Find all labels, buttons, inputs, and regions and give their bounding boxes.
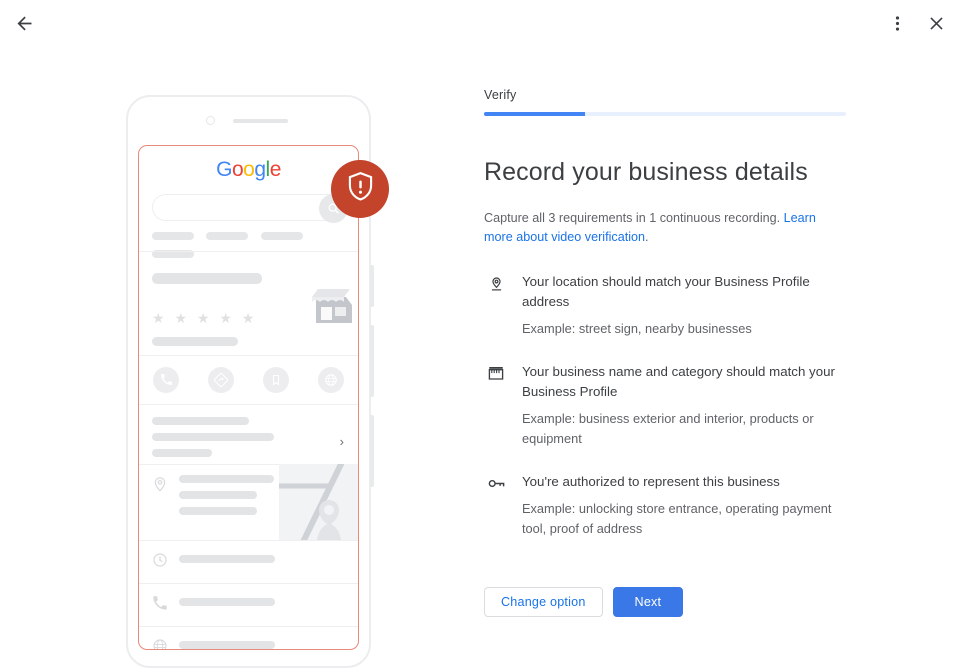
page-title: Record your business details [484, 158, 808, 186]
mock-text-line [152, 337, 238, 346]
mock-chip-row [152, 232, 358, 268]
key-icon [486, 473, 506, 493]
mock-action-row [139, 355, 358, 404]
mock-search-input [152, 194, 348, 223]
mock-text-line [179, 507, 257, 515]
requirement-title: Your business name and category should m… [522, 364, 835, 399]
mock-text-line [152, 433, 274, 441]
more-vert-icon [888, 14, 907, 33]
phone-speaker [233, 119, 288, 123]
next-button[interactable]: Next [612, 587, 684, 617]
divider [139, 626, 358, 627]
panel-description-text: Capture all 3 requirements in 1 continuo… [484, 211, 784, 225]
divider [139, 540, 358, 541]
requirement-example: Example: street sign, nearby businesses [522, 321, 752, 336]
share-globe-icon [317, 366, 344, 393]
call-icon [153, 366, 180, 393]
phone-side-button [370, 325, 374, 397]
arrow-back-icon [14, 13, 35, 34]
verification-shield-badge [331, 160, 389, 218]
requirements-list: Your location should match your Business… [484, 272, 864, 539]
shield-alert-icon [347, 171, 374, 206]
requirement-item: Your business name and category should m… [484, 362, 864, 449]
storefront-illustration [310, 283, 356, 328]
panel-description: Capture all 3 requirements in 1 continuo… [484, 209, 830, 247]
divider [139, 583, 358, 584]
close-icon [927, 14, 946, 33]
phone-side-button [370, 265, 374, 307]
verification-panel: Verify Record your business details Capt… [484, 88, 864, 562]
requirement-item: You're authorized to represent this busi… [484, 472, 864, 539]
tab-verify[interactable]: Verify [484, 88, 864, 102]
requirement-example: Example: business exterior and interior,… [522, 411, 814, 446]
more-options-button[interactable] [877, 3, 917, 43]
mock-rating-stars: ★ ★ ★ ★ ★ [152, 310, 258, 326]
phone-earpiece-area [128, 97, 369, 145]
requirement-title: Your location should match your Business… [522, 274, 810, 309]
mock-chip [206, 232, 249, 240]
directions-icon [208, 366, 235, 393]
location-pin-icon [152, 476, 168, 497]
panel-action-buttons: Change option Next [484, 587, 684, 617]
map-thumbnail [279, 464, 358, 540]
mock-text-line [179, 555, 275, 563]
chevron-right-icon: › [339, 434, 344, 449]
requirement-example: Example: unlocking store entrance, opera… [522, 501, 832, 536]
divider [139, 251, 358, 252]
phone-icon [152, 595, 168, 616]
progress-bar [484, 112, 846, 116]
progress-bar-fill [484, 112, 586, 116]
phone-illustration: Google ★ ★ ★ ★ ★ › [0, 48, 470, 668]
change-option-button[interactable]: Change option [484, 587, 603, 617]
mock-text-line [152, 417, 249, 425]
mock-text-line [152, 273, 262, 284]
phone-camera-dot [206, 116, 215, 125]
mock-text-line [179, 641, 275, 649]
mock-text-line [179, 491, 257, 499]
mock-text-line [152, 449, 212, 457]
location-pin-icon [486, 273, 506, 293]
phone-side-button [370, 415, 374, 487]
phone-screen: Google ★ ★ ★ ★ ★ › [138, 145, 359, 650]
divider [139, 404, 358, 405]
mock-chip [152, 232, 194, 240]
back-button[interactable] [4, 3, 44, 43]
globe-icon [152, 638, 168, 649]
requirement-title: You're authorized to represent this busi… [522, 474, 780, 489]
mock-text-line [179, 475, 274, 483]
clock-icon [152, 552, 168, 573]
close-button[interactable] [916, 3, 956, 43]
mock-text-line [179, 598, 275, 606]
mock-chip [260, 232, 303, 240]
bookmark-icon [262, 366, 289, 393]
requirement-item: Your location should match your Business… [484, 272, 864, 339]
google-logo: Google [216, 158, 281, 181]
storefront-icon [486, 363, 506, 383]
panel-description-suffix: . [645, 230, 649, 244]
window-top-bar [0, 0, 957, 48]
